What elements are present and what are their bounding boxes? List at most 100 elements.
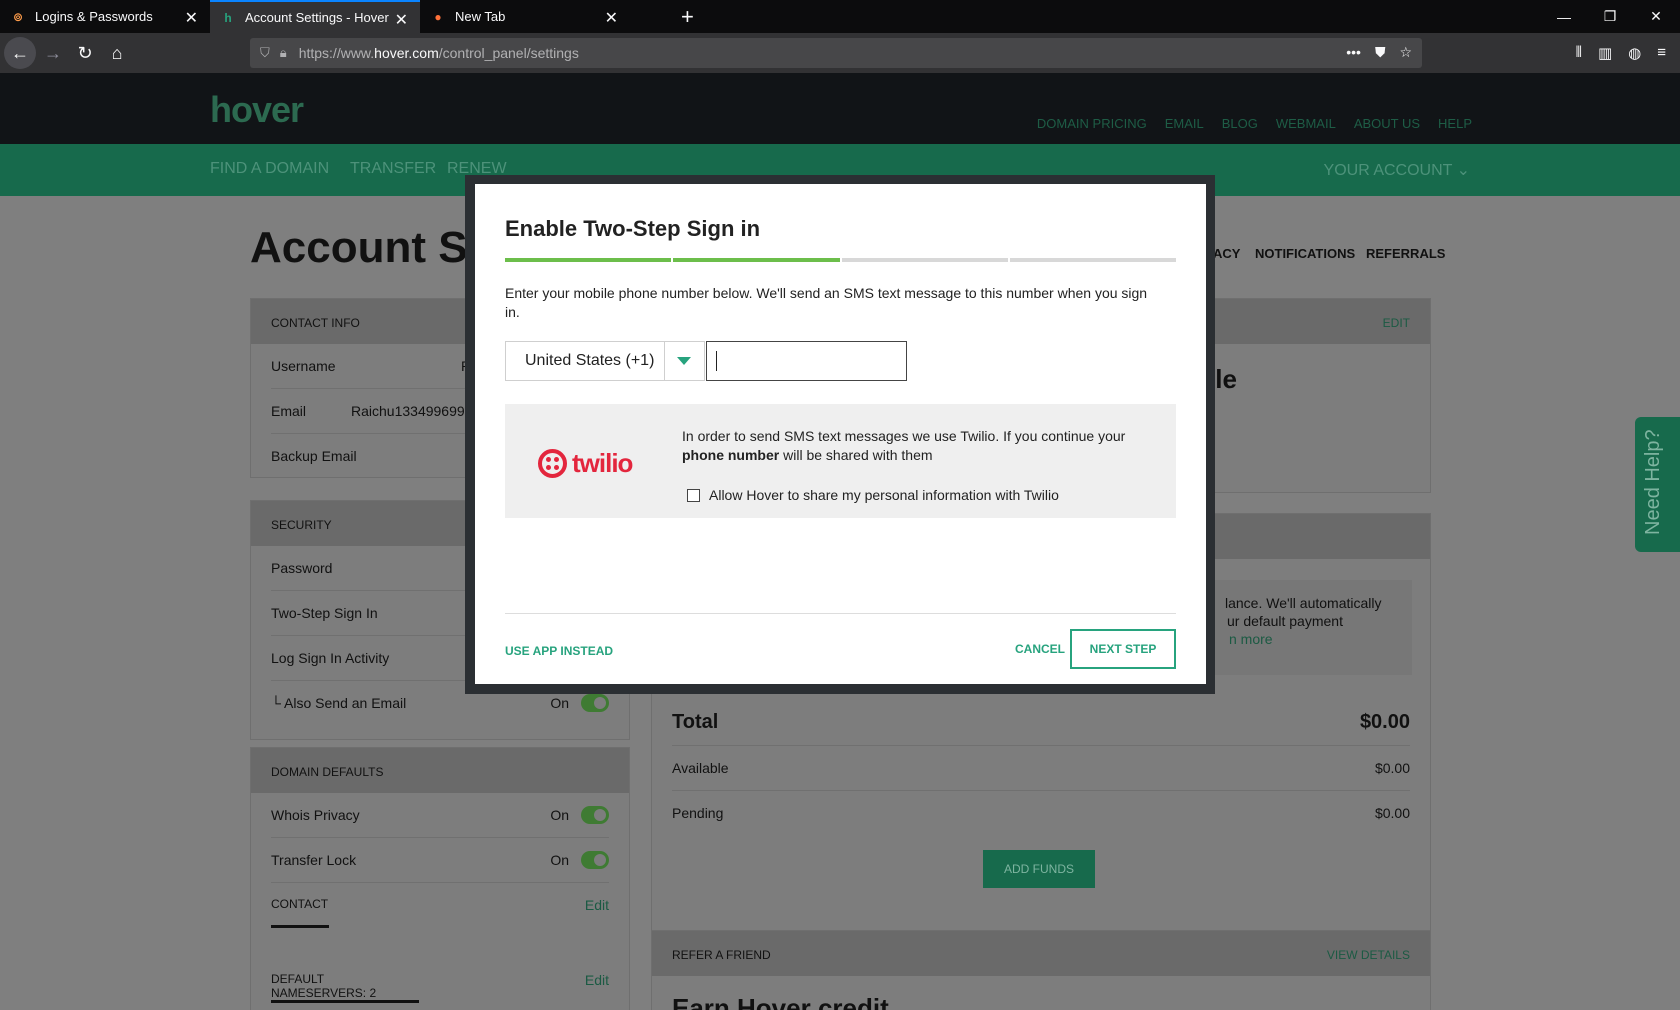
row-label[interactable]: Password (271, 560, 332, 576)
close-tab-icon[interactable]: ✕ (605, 8, 618, 28)
row-value: Raichu133499699 (351, 403, 465, 419)
back-icon[interactable]: ← (4, 37, 36, 69)
home-icon[interactable]: ⌂ (101, 37, 133, 69)
use-app-instead-link[interactable]: USE APP INSTEAD (505, 644, 613, 658)
new-tab-button[interactable]: + (681, 4, 694, 30)
contact-edit-link[interactable]: Edit (585, 897, 609, 913)
profile-edit-link[interactable]: EDIT (1383, 316, 1410, 330)
tab-logins-passwords[interactable]: ⊚ Logins & Passwords ✕ (0, 0, 210, 33)
nameservers-tab[interactable]: DEFAULT NAMESERVERS: 2 (271, 972, 419, 1000)
nav-email[interactable]: EMAIL (1165, 116, 1204, 131)
lockwise-icon: ⊚ (12, 9, 24, 24)
pending-value: $0.00 (1374, 805, 1410, 821)
funds-info-text: ur default payment (1227, 613, 1343, 629)
add-funds-button[interactable]: ADD FUNDS (983, 850, 1095, 888)
toggle-state: On (550, 852, 569, 868)
hover-h-icon: h (224, 10, 232, 25)
nav-find-domain[interactable]: FIND A DOMAIN (210, 160, 329, 178)
whois-privacy-toggle[interactable] (581, 806, 609, 824)
row-label: Whois Privacy (271, 807, 360, 823)
tab-account-settings[interactable]: h Account Settings - Hover ✕ (210, 0, 420, 33)
modal-title: Enable Two-Step Sign in (505, 216, 761, 241)
modal-footer-divider (505, 613, 1176, 614)
nav-blog[interactable]: BLOG (1222, 116, 1258, 131)
nameservers-edit-link[interactable]: Edit (585, 972, 609, 988)
twilio-logo: twilio (538, 448, 633, 479)
row-label[interactable]: Log Sign In Activity (271, 650, 389, 666)
restore-icon[interactable]: ❐ (1587, 0, 1633, 33)
page-actions-icon[interactable]: ••• (1346, 44, 1361, 61)
refer-friend-card: REFER A FRIEND VIEW DETAILS Earn Hover c… (651, 930, 1431, 1010)
twilio-wordmark: twilio (572, 448, 633, 478)
firefox-icon: ● (434, 9, 442, 24)
total-label: Total (672, 711, 719, 733)
contact-tab[interactable]: CONTACT (271, 897, 328, 911)
learn-more-link[interactable]: n more (1229, 631, 1273, 647)
transfer-lock-toggle[interactable] (581, 851, 609, 869)
pocket-icon[interactable]: ⛊ (1375, 44, 1386, 61)
nav-domain-pricing[interactable]: DOMAIN PRICING (1037, 116, 1147, 131)
hover-logo[interactable]: hover (210, 89, 304, 131)
row-label: Email (271, 403, 307, 419)
nav-help[interactable]: HELP (1438, 116, 1472, 131)
next-step-button[interactable]: NEXT STEP (1070, 629, 1176, 669)
address-bar[interactable]: ⛉ 🔒︎ https://www.hover.com/control_panel… (250, 38, 1422, 68)
allow-share-checkbox-row[interactable]: Allow Hover to share my personal informa… (687, 487, 1059, 503)
twilio-info-box: twilio In order to send SMS text message… (505, 404, 1176, 518)
close-window-icon[interactable]: ✕ (1633, 0, 1679, 33)
close-tab-icon[interactable]: ✕ (185, 8, 198, 28)
row-label[interactable]: Two-Step Sign In (271, 605, 378, 621)
subnav-notifications[interactable]: NOTIFICATIONS (1255, 246, 1355, 261)
progress-step-1 (505, 258, 672, 262)
view-details-link[interactable]: VIEW DETAILS (1327, 948, 1410, 962)
cancel-button[interactable]: CANCEL (1015, 642, 1065, 656)
your-account-menu[interactable]: YOUR ACCOUNT ⌄ (1324, 160, 1470, 180)
browser-tab-bar: ⊚ Logins & Passwords ✕ h Account Setting… (0, 0, 1680, 33)
phone-number-input[interactable] (706, 341, 907, 381)
sidebar-icon[interactable]: ▥ (1598, 44, 1612, 62)
progress-step-3 (841, 258, 1008, 262)
reload-icon[interactable]: ↻ (69, 37, 101, 69)
lock-icon[interactable]: 🔒︎ (280, 45, 287, 61)
toggle-state: On (550, 807, 569, 823)
bookmark-star-icon[interactable]: ☆ (1399, 44, 1412, 61)
tab-title: Account Settings - Hover (245, 10, 389, 25)
total-value: $0.00 (1359, 711, 1410, 733)
nav-transfer[interactable]: TRANSFER (350, 160, 436, 178)
url-text[interactable]: https://www.hover.com/control_panel/sett… (299, 45, 579, 61)
pending-label: Pending (672, 805, 724, 821)
twilio-disclosure-text: In order to send SMS text messages we us… (682, 428, 1126, 463)
country-select-value: United States (+1) (525, 352, 655, 369)
step-progress-bar (505, 258, 1176, 262)
library-icon[interactable]: ⫴ (1576, 44, 1582, 62)
nav-webmail[interactable]: WEBMAIL (1276, 116, 1336, 131)
close-tab-icon[interactable]: ✕ (395, 10, 408, 30)
minimize-icon[interactable]: — (1541, 0, 1587, 33)
also-send-email-toggle[interactable] (581, 694, 609, 712)
site-header: hover DOMAIN PRICING EMAIL BLOG WEBMAIL … (0, 73, 1680, 144)
country-select[interactable]: United States (+1) (505, 341, 665, 381)
forward-icon[interactable]: → (37, 37, 69, 69)
row-label: Backup Email (271, 448, 357, 464)
tab-new-tab[interactable]: ● New Tab ✕ (420, 0, 630, 33)
subnav-privacy[interactable]: ACY (1213, 246, 1240, 261)
tracking-shield-icon[interactable]: ⛉ (260, 45, 270, 61)
card-title: REFER A FRIEND (672, 948, 771, 962)
country-dropdown-button[interactable] (664, 341, 705, 381)
allow-share-label: Allow Hover to share my personal informa… (709, 487, 1059, 503)
card-title: SECURITY (271, 518, 332, 532)
tab-title: Logins & Passwords (35, 9, 153, 24)
domain-defaults-card: DOMAIN DEFAULTS Whois Privacy On Transfe… (250, 747, 630, 1010)
allow-share-checkbox[interactable] (687, 488, 700, 502)
page-title: Account Se (250, 223, 493, 272)
nav-about-us[interactable]: ABOUT US (1354, 116, 1420, 131)
modal-intro-text: Enter your mobile phone number below. We… (505, 285, 1148, 320)
subnav-referrals[interactable]: REFERRALS (1366, 246, 1445, 261)
need-help-widget[interactable]: Need Help? (1635, 417, 1680, 552)
progress-step-2 (673, 258, 840, 262)
menu-icon[interactable]: ≡ (1657, 44, 1666, 62)
top-nav: DOMAIN PRICING EMAIL BLOG WEBMAIL ABOUT … (1037, 116, 1472, 131)
funds-info-text: lance. We'll automatically (1225, 595, 1382, 611)
row-label: Transfer Lock (271, 852, 357, 868)
account-avatar-icon[interactable]: ◍ (1628, 44, 1641, 62)
